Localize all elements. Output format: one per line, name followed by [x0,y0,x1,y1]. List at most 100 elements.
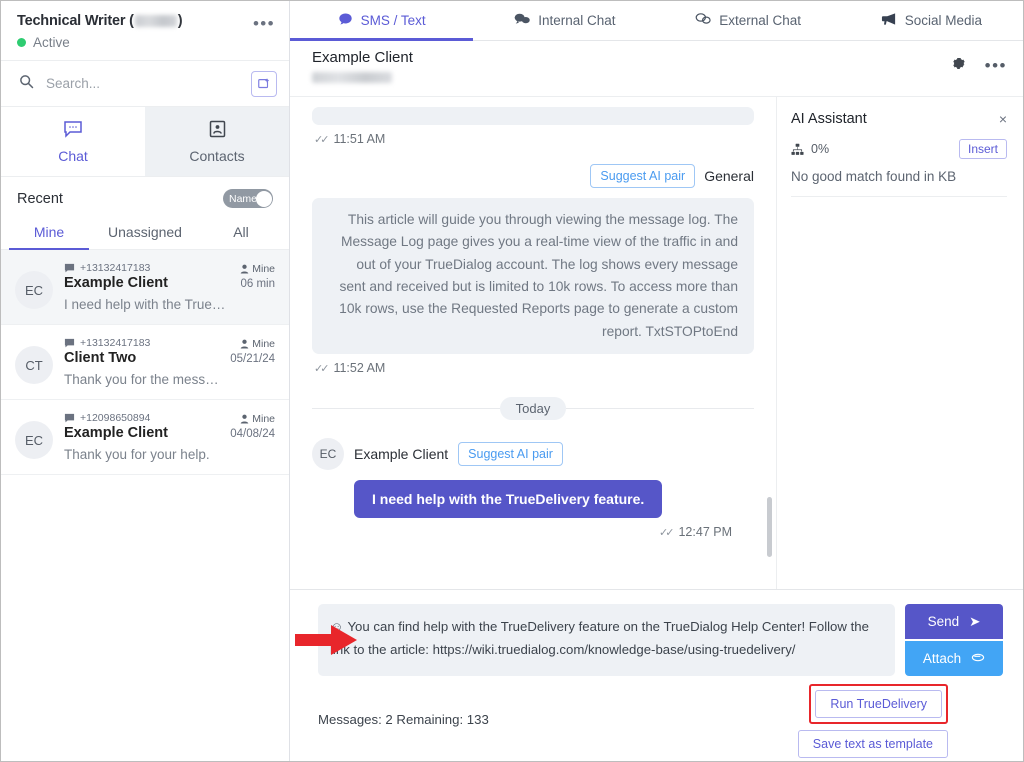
status-dot-icon [17,38,26,47]
save-text-as-template-button[interactable]: Save text as template [797,730,948,758]
ai-assistant-title: AI Assistant [791,111,867,127]
ai-match-score-value: 0% [811,142,830,156]
contact-card-icon [209,120,226,141]
chat-bubble-icon [63,120,83,141]
send-button-label: Send [927,614,960,629]
thread-scrollbar[interactable] [767,497,772,557]
conversation-phone-redacted [312,72,392,83]
incoming-message-header: EC Example Client Suggest AI pair [312,438,754,471]
run-truedelivery-button[interactable]: Run TrueDelivery [815,690,942,718]
filter-all[interactable]: All [193,216,289,249]
conversation-name: Example Client [64,275,168,291]
tab-external-chat[interactable]: External Chat [657,1,840,40]
day-separator-label: Today [499,397,567,421]
message-icon [64,413,75,422]
tab-social-media[interactable]: Social Media [840,1,1023,40]
conversation-header: Example Client ••• [290,41,1023,97]
message-bubble-outgoing: This article will guide you through view… [312,198,754,355]
sitemap-icon [791,143,804,155]
conversation-list-item[interactable]: EC +12098650894 Example Client Thank you… [1,400,289,475]
tab-sms-text-label: SMS / Text [360,13,426,28]
suggest-ai-pair-button[interactable]: Suggest AI pair [458,442,563,467]
gear-icon[interactable] [950,55,967,77]
tab-sms-text[interactable]: SMS / Text [290,1,474,41]
conversation-filters: Mine Unassigned All [1,216,289,250]
avatar: CT [15,346,53,384]
conversation-body: +13132417183 Example Client I need help … [64,262,229,312]
conversation-body-area: ✓✓ 11:51 AM Suggest AI pair General This… [290,97,1023,589]
left-sidebar: Technical Writer ( ) ••• Active Search..… [1,1,290,761]
close-icon[interactable]: × [999,111,1007,127]
compose-bottom-row: Messages: 2 Remaining: 133 Run TrueDeliv… [318,676,1003,761]
conversation-phone-row: +12098650894 [64,412,219,424]
sidebar-tab-bar: Chat Contacts [1,107,289,177]
conversation-time: 04/08/24 [230,428,275,440]
conversation-owner-label: Mine [252,263,275,275]
ai-assistant-meta: 0% Insert [791,139,1007,159]
conversation-time: 05/21/24 [230,353,275,365]
name-toggle[interactable]: Name [223,189,273,208]
conversation-body: +13132417183 Client Two Thank you for th… [64,337,219,387]
new-message-icon[interactable] [251,70,277,97]
conversation-list: EC +13132417183 Example Client I need he… [1,250,289,761]
message-thread: ✓✓ 11:51 AM Suggest AI pair General This… [290,97,777,589]
ai-match-score: 0% [791,142,829,156]
conversation-snippet: Thank you for the message! [64,372,220,387]
conversation-name: Example Client [64,425,168,441]
sidebar-more-icon[interactable]: ••• [253,15,275,32]
suggest-ai-pair-button[interactable]: Suggest AI pair [590,164,696,188]
conversation-meta: Mine 06 min [240,262,275,312]
conversation-owner: Mine [230,413,275,425]
conversation-owner: Mine [230,338,275,350]
sidebar-tab-chat[interactable]: Chat [1,107,145,176]
tab-internal-chat-label: Internal Chat [538,13,616,28]
ai-assistant-result: No good match found in KB [791,169,1007,197]
sidebar-tab-contacts-label: Contacts [189,147,245,164]
person-icon [240,414,249,424]
tab-internal-chat[interactable]: Internal Chat [473,1,656,40]
user-name-prefix: Technical Writer ( [17,13,134,29]
compose-buttons: Send ➤ Attach [905,604,1003,676]
user-name-suffix: ) [177,13,183,29]
conversation-more-icon[interactable]: ••• [985,57,1007,74]
message-timestamp-row: ✓✓ 12:47 PM [314,525,732,539]
person-icon [240,264,249,274]
double-check-icon: ✓✓ [314,133,330,146]
avatar: EC [15,271,53,309]
attach-button[interactable]: Attach [905,641,1003,676]
conversation-owner: Mine [240,263,275,275]
conversation-phone: +13132417183 [80,262,151,274]
message-icon [64,338,75,347]
send-button[interactable]: Send ➤ [905,604,1003,639]
conversation-snippet: Thank you for your help. [64,447,210,462]
compose-area: ☺ You can find help with the TrueDelivery… [290,589,1023,761]
message-input[interactable]: ☺ You can find help with the TrueDelivery… [318,604,895,676]
conversation-phone: +12098650894 [80,412,151,424]
user-status: Active [17,35,273,50]
tab-social-media-label: Social Media [904,13,983,28]
message-bubble-incoming: I need help with the TrueDelivery featur… [354,480,663,519]
conversation-list-item[interactable]: EC +13132417183 Example Client I need he… [1,250,289,325]
incoming-sender-name: Example Client [354,446,449,463]
main-panel: SMS / Text Internal Chat External Chat S… [290,1,1023,761]
insert-button[interactable]: Insert [958,139,1007,159]
two-bubbles-icon [514,12,530,29]
paperclip-icon [971,651,985,666]
conversation-title: Example Client [312,49,413,66]
search-input[interactable] [46,76,239,91]
filter-mine[interactable]: Mine [1,216,97,250]
status-label: Active [33,35,70,50]
conversation-owner-label: Mine [252,413,275,425]
conversation-header-identity: Example Client [312,49,413,88]
channel-tab-bar: SMS / Text Internal Chat External Chat S… [290,1,1023,41]
compose-top-row: ☺ You can find help with the TrueDelivery… [318,604,1003,676]
conversation-list-item[interactable]: CT +13132417183 Client Two Thank you for… [1,325,289,400]
run-truedelivery-highlight: Run TrueDelivery [809,684,948,724]
filter-unassigned[interactable]: Unassigned [97,216,193,249]
day-separator: Today [312,397,755,421]
tab-external-chat-label: External Chat [719,13,802,28]
search-icon [19,74,34,94]
search-bar [1,61,289,107]
smiley-icon[interactable]: ☺ [330,619,343,634]
sidebar-tab-contacts[interactable]: Contacts [145,107,289,176]
